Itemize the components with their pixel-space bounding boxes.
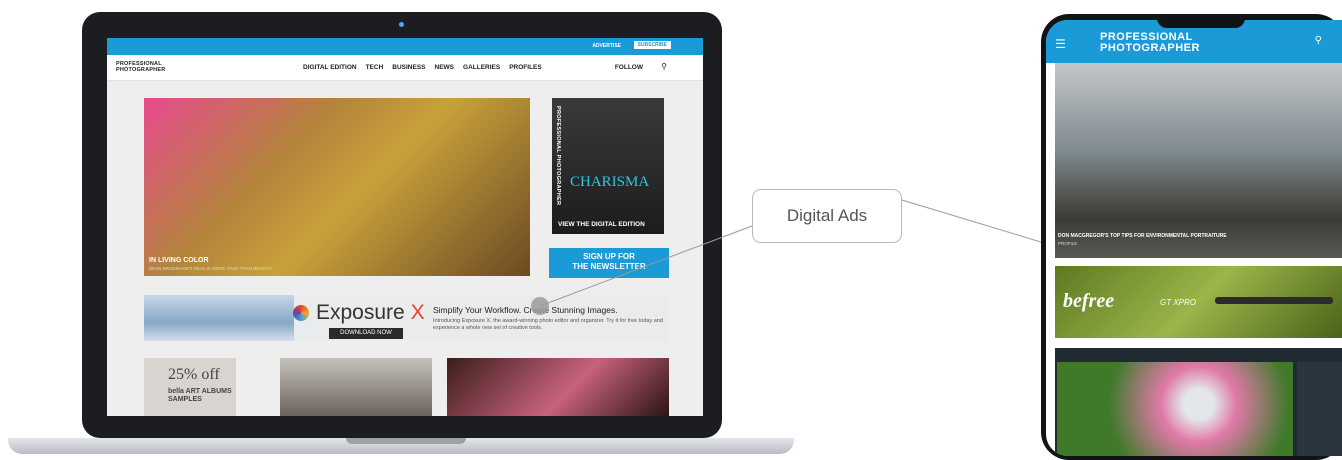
phone-hero-image[interactable]: DON MACGREGOR'S TOP TIPS FOR ENVIRONMENT… xyxy=(1055,63,1342,258)
search-icon[interactable]: ⚲ xyxy=(1315,35,1322,46)
befree-brand: befree xyxy=(1063,290,1115,312)
phone-logo-line-2: PHOTOGRAPHER xyxy=(1100,42,1200,54)
befree-ad-banner[interactable]: befree GT XPRO xyxy=(1055,266,1342,338)
connector-line-laptop xyxy=(539,225,753,307)
phone-site-logo[interactable]: PROFESSIONAL PHOTOGRAPHER xyxy=(1100,32,1200,54)
editor-side-panel xyxy=(1297,362,1342,456)
phone-software-screenshot[interactable] xyxy=(1055,348,1342,456)
hamburger-icon[interactable]: ☰ xyxy=(1055,37,1066,51)
phone-screen: ☰ PROFESSIONAL PHOTOGRAPHER ⚲ DON MACGRE… xyxy=(1046,20,1342,456)
phone-hero-title[interactable]: DON MACGREGOR'S TOP TIPS FOR ENVIRONMENT… xyxy=(1058,233,1227,239)
befree-model: GT XPRO xyxy=(1160,298,1197,307)
butterfly-image xyxy=(1057,362,1293,456)
tripod-image xyxy=(1215,297,1333,304)
phone-hero-subtitle: PROFILE xyxy=(1058,241,1078,246)
digital-ads-callout: Digital Ads xyxy=(752,189,902,243)
phone-notch xyxy=(1157,14,1245,28)
